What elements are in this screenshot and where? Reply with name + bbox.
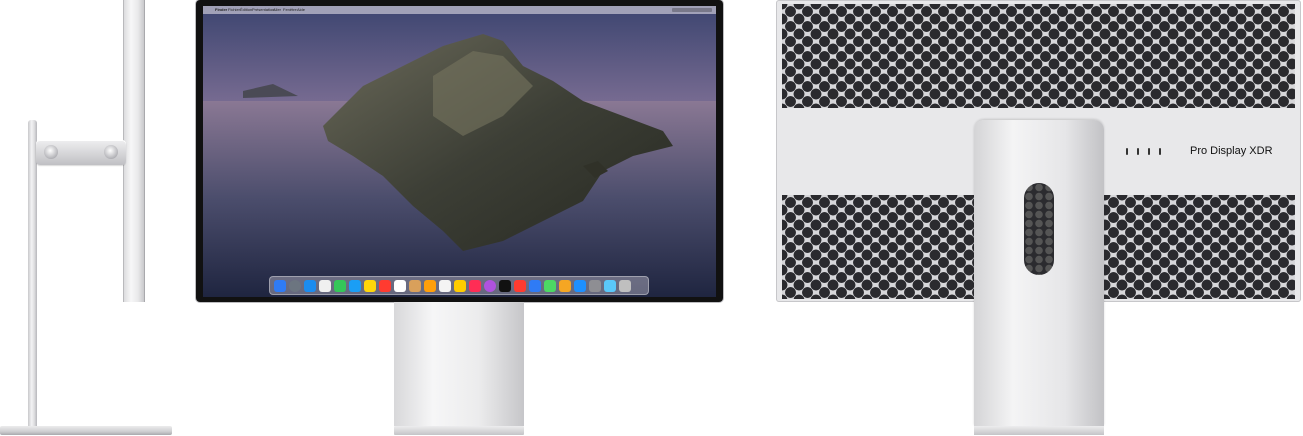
menu-item-fichier[interactable]: Fichier <box>228 6 240 14</box>
brand-text: Pro Display XDR <box>1190 145 1273 157</box>
menu-item-aide[interactable]: Aide <box>297 6 305 14</box>
front-view-stand-neck <box>394 302 524 426</box>
menu-bar: Finder Fichier Édition Présentation Alle… <box>203 6 716 14</box>
usb-c-port-4 <box>1159 148 1161 155</box>
menu-item-presentation[interactable]: Présentation <box>252 6 274 14</box>
dock-app-icon[interactable] <box>394 280 406 292</box>
dock-app-icon[interactable] <box>454 280 466 292</box>
dock-app-icon[interactable] <box>574 280 586 292</box>
brand-label: Pro Display XDR <box>1190 145 1273 157</box>
dock-app-icon[interactable] <box>334 280 346 292</box>
back-lattice-vent-top <box>782 4 1295 108</box>
dock-app-icon[interactable] <box>424 280 436 292</box>
side-view-display-panel <box>123 0 145 302</box>
desktop-wallpaper <box>203 6 716 297</box>
dock-app-icon[interactable] <box>439 280 451 292</box>
menu-item-finder[interactable]: Finder <box>215 6 227 14</box>
menu-item-fenetre[interactable]: Fenêtre <box>283 6 297 14</box>
side-view-hinge-screw-left <box>44 145 58 159</box>
dock-app-icon[interactable] <box>619 280 631 292</box>
dock-app-icon[interactable] <box>499 280 511 292</box>
back-view-stand-handle-slot <box>1024 183 1054 275</box>
dock <box>269 276 649 295</box>
dock-app-icon[interactable] <box>514 280 526 292</box>
dock-app-icon[interactable] <box>289 280 301 292</box>
usb-c-port-3 <box>1148 148 1150 155</box>
front-view-stand-base <box>394 426 524 435</box>
dock-app-icon[interactable] <box>304 280 316 292</box>
dock-app-icon[interactable] <box>529 280 541 292</box>
dock-app-icon[interactable] <box>469 280 481 292</box>
dock-app-icon[interactable] <box>364 280 376 292</box>
side-view-stand-foot <box>0 426 172 435</box>
side-view-stand-arm <box>36 140 126 165</box>
front-view-screen: Finder Fichier Édition Présentation Alle… <box>203 6 716 297</box>
back-view-stand-base <box>974 426 1104 435</box>
dock-app-icon[interactable] <box>589 280 601 292</box>
dock-app-icon[interactable] <box>544 280 556 292</box>
dock-app-icon[interactable] <box>484 280 496 292</box>
menu-item-aller[interactable]: Aller <box>273 6 281 14</box>
thunderbolt-port-1 <box>1126 148 1128 155</box>
dock-app-icon[interactable] <box>409 280 421 292</box>
dock-app-icon[interactable] <box>604 280 616 292</box>
side-view-hinge-screw-right <box>104 145 118 159</box>
dock-app-icon[interactable] <box>274 280 286 292</box>
menu-item-edition[interactable]: Édition <box>240 6 252 14</box>
dock-app-icon[interactable] <box>319 280 331 292</box>
status-menu-icons[interactable] <box>672 8 712 12</box>
usb-c-port-2 <box>1137 148 1139 155</box>
dock-app-icon[interactable] <box>559 280 571 292</box>
dock-app-icon[interactable] <box>349 280 361 292</box>
dock-app-icon[interactable] <box>379 280 391 292</box>
side-view-stand-pole <box>28 120 37 428</box>
